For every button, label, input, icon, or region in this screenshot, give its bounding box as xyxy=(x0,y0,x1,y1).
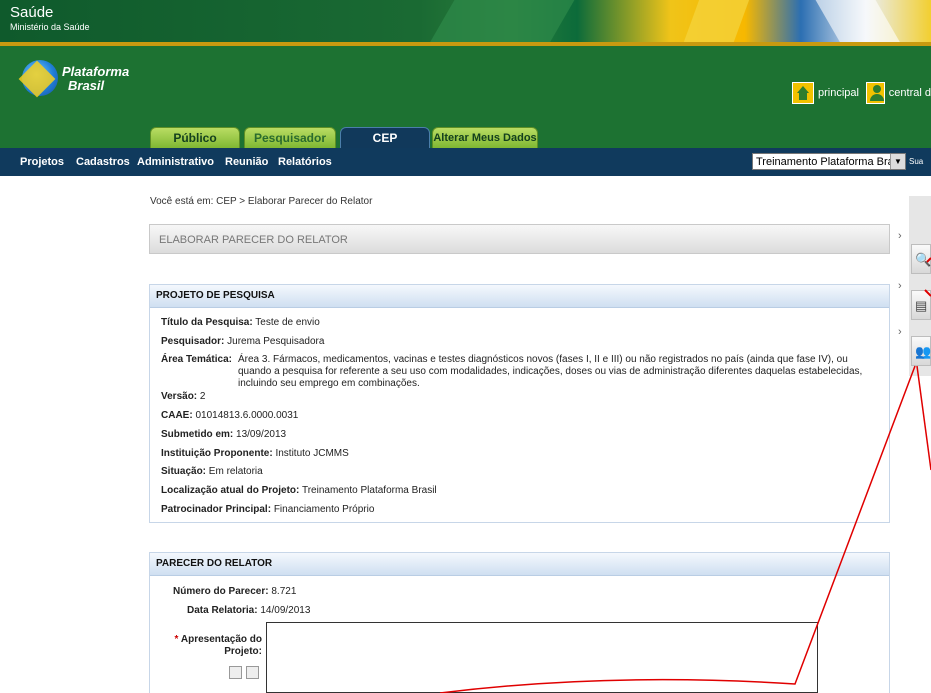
logo-text-line1: Plataforma xyxy=(62,64,130,79)
data-relatoria-field: Data Relatoria: 14/09/2013 xyxy=(187,605,311,616)
cep-select[interactable]: Treinamento Plataforma Brasil ▼ xyxy=(752,153,906,170)
situacao-field: Situação: Em relatoria xyxy=(161,466,263,477)
users-button[interactable]: 👥 xyxy=(911,336,931,366)
page-title: ELABORAR PARECER DO RELATOR xyxy=(159,234,348,246)
nav-projetos[interactable]: Projetos xyxy=(20,148,64,176)
central-label: central d xyxy=(888,87,931,99)
users-icon: 👥 xyxy=(915,344,931,359)
chevron-right-icon[interactable]: › xyxy=(898,230,902,242)
nav-cadastros[interactable]: Cadastros xyxy=(76,148,130,176)
site-header: Plataforma Brasil principal central d Pú… xyxy=(0,46,931,149)
versao-field: Versão: 2 xyxy=(161,391,206,402)
parecer-heading: PARECER DO RELATOR xyxy=(150,553,889,576)
pesquisador-field: Pesquisador: Jurema Pesquisadora xyxy=(161,336,325,347)
tab-cep[interactable]: CEP xyxy=(340,127,430,149)
tab-alterar-dados-label: Alterar Meus Dados xyxy=(433,132,537,144)
chevron-right-icon[interactable]: › xyxy=(898,280,902,292)
tab-cep-label: CEP xyxy=(372,131,398,145)
caae-field: CAAE: 01014813.6.0000.0031 xyxy=(161,410,299,421)
main-nav: Projetos Cadastros Administrativo Reuniã… xyxy=(0,148,931,176)
nav-trailing-text: Sua xyxy=(909,157,924,166)
apresentacao-textarea[interactable] xyxy=(266,622,818,693)
chevron-down-icon[interactable]: ▼ xyxy=(890,154,905,169)
document-icon: ▤ xyxy=(915,298,928,313)
home-icon xyxy=(792,82,814,104)
plataforma-brasil-logo[interactable]: Plataforma Brasil xyxy=(18,58,142,98)
page-title-bar: ELABORAR PARECER DO RELATOR xyxy=(149,224,890,254)
left-gutter xyxy=(0,176,136,693)
nav-reuniao[interactable]: Reunião xyxy=(225,148,268,176)
tab-pesquisador[interactable]: Pesquisador xyxy=(244,127,336,149)
tab-publico-label: Público xyxy=(173,131,217,145)
breadcrumb: Você está em: CEP > Elaborar Parecer do … xyxy=(150,196,373,207)
area-tematica-field: Área Temática: Área 3. Fármacos, medicam… xyxy=(161,354,863,389)
tab-pesquisador-label: Pesquisador xyxy=(253,131,327,145)
magnifier-icon: 🔍 xyxy=(915,252,931,267)
projeto-panel: PROJETO DE PESQUISA Título da Pesquisa: … xyxy=(149,284,890,523)
titulo-field: Título da Pesquisa: Teste de envio xyxy=(161,317,320,328)
localizacao-field: Localização atual do Projeto: Treinament… xyxy=(161,485,437,496)
tab-alterar-dados[interactable]: Alterar Meus Dados xyxy=(432,127,538,149)
cep-select-value: Treinamento Plataforma Brasil xyxy=(756,156,905,168)
patrocinador-field: Patrocinador Principal: Financiamento Pr… xyxy=(161,504,375,515)
chevron-right-icon[interactable]: › xyxy=(898,326,902,338)
tab-publico[interactable]: Público xyxy=(150,127,240,149)
central-link[interactable]: central d xyxy=(866,80,931,106)
logo-text-line2: Brasil xyxy=(68,78,105,93)
principal-link[interactable]: principal xyxy=(792,80,859,106)
instituicao-field: Instituição Proponente: Instituto JCMMS xyxy=(161,448,349,459)
submetido-field: Submetido em: 13/09/2013 xyxy=(161,429,287,440)
banner-subtitle: Ministério da Saúde xyxy=(10,22,90,32)
search-doc-button[interactable]: 🔍 xyxy=(911,244,931,274)
user-icon xyxy=(866,82,885,104)
numero-parecer-field: Número do Parecer: 8.721 xyxy=(173,586,297,597)
gov-banner: Saúde Ministério da Saúde xyxy=(0,0,931,42)
document-button[interactable]: ▤ xyxy=(911,290,931,320)
fullscreen-icon[interactable] xyxy=(246,666,259,679)
principal-label: principal xyxy=(818,87,859,99)
nav-administrativo[interactable]: Administrativo xyxy=(137,148,214,176)
list-format-icon[interactable] xyxy=(229,666,242,679)
projeto-heading: PROJETO DE PESQUISA xyxy=(150,285,889,308)
banner-title: Saúde xyxy=(10,4,54,21)
apresentacao-label: * Apresentação do Projeto: xyxy=(174,634,262,657)
nav-relatorios[interactable]: Relatórios xyxy=(278,148,332,176)
